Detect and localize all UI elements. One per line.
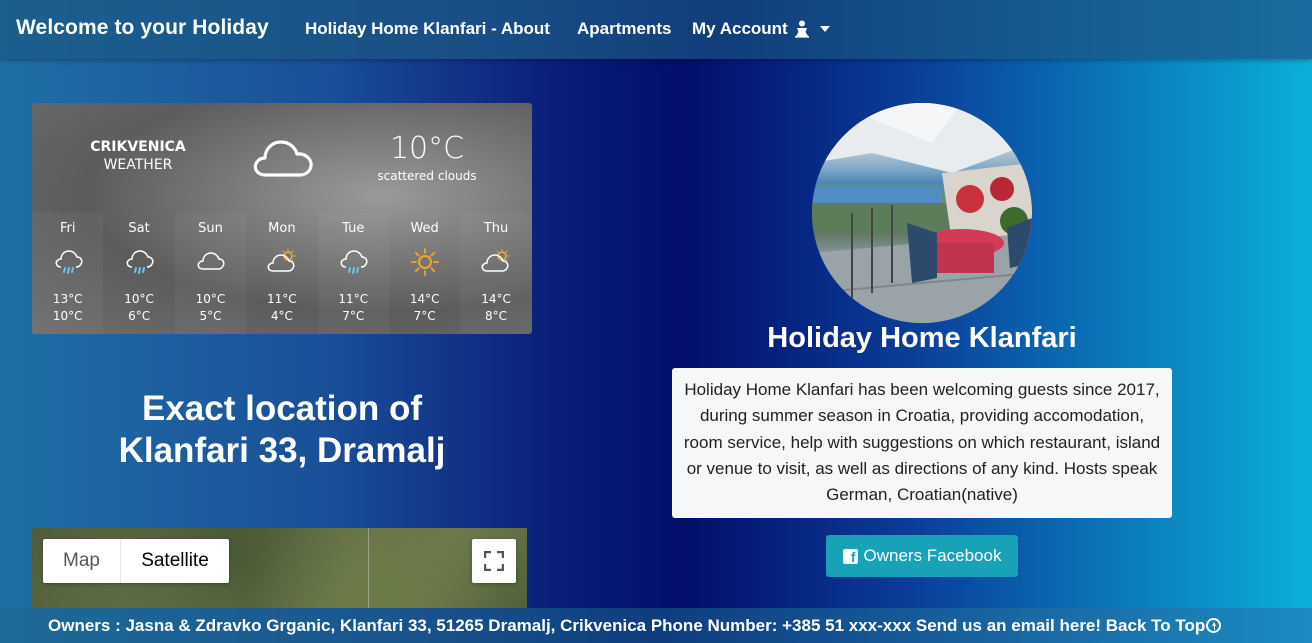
forecast-low: 7°C bbox=[413, 309, 436, 323]
weather-city: CRIKVENICA bbox=[90, 139, 186, 155]
map-type-satellite-button[interactable]: Satellite bbox=[120, 539, 229, 583]
owners-facebook-button[interactable]: f Owners Facebook bbox=[826, 535, 1018, 577]
forecast-day: Sat 10°C 6°C bbox=[103, 213, 174, 334]
forecast-day-name: Sun bbox=[198, 221, 223, 236]
sun-icon bbox=[410, 248, 439, 276]
forecast-high: 14°C bbox=[481, 292, 511, 306]
fullscreen-button[interactable] bbox=[472, 539, 516, 583]
forecast-high: 10°C bbox=[124, 292, 154, 306]
weather-description: scattered clouds bbox=[377, 169, 477, 183]
weather-current-temp: 10°C bbox=[389, 131, 465, 166]
facebook-icon: f bbox=[842, 548, 858, 565]
cloud-icon bbox=[253, 140, 313, 177]
forecast-high: 10°C bbox=[195, 292, 226, 306]
brand-title[interactable]: Welcome to your Holiday bbox=[16, 16, 269, 40]
nav-link-apartments[interactable]: Apartments bbox=[577, 19, 671, 39]
forecast-high: 14°C bbox=[409, 292, 440, 306]
forecast-day-name: Tue bbox=[342, 221, 365, 236]
about-card: Holiday Home Klanfari has been welcoming… bbox=[672, 368, 1172, 518]
forecast-day: Sun 10°C 5°C bbox=[174, 213, 247, 334]
partly-sunny-icon bbox=[481, 249, 510, 272]
forecast-high: 11°C bbox=[267, 292, 297, 306]
forecast-high: 11°C bbox=[338, 292, 369, 306]
chevron-down-icon bbox=[819, 26, 830, 32]
forecast-low: 4°C bbox=[270, 309, 293, 323]
forecast-day-name: Thu bbox=[483, 221, 509, 236]
map-type-map-button[interactable]: Map bbox=[43, 539, 120, 583]
rain-icon bbox=[340, 250, 368, 274]
nav-link-about[interactable]: Holiday Home Klanfari - About bbox=[305, 19, 550, 39]
arrow-up-circle-icon[interactable] bbox=[1206, 618, 1222, 633]
fullscreen-icon bbox=[484, 551, 504, 571]
forecast-day: Fri 13°C 10°C bbox=[32, 213, 104, 334]
weather-widget: CRIKVENICA WEATHER 10°C scattered clouds… bbox=[32, 103, 532, 334]
forecast-day-name: Mon bbox=[268, 221, 296, 236]
forecast-day: Wed 14°C 7°C bbox=[389, 213, 460, 334]
weather-label: WEATHER bbox=[103, 157, 173, 173]
map-type-toggle: Map Satellite bbox=[43, 539, 229, 583]
person-icon bbox=[794, 20, 809, 38]
weather-forecast: Fri 13°C 10°C Sat 10°C 6°C Sun 10°C 5°C bbox=[32, 213, 532, 334]
forecast-day: Thu 14°C 8°C bbox=[460, 213, 532, 334]
holiday-home-photo bbox=[812, 103, 1032, 323]
terrace-image bbox=[812, 103, 1032, 323]
rain-icon bbox=[55, 250, 83, 274]
rain-icon bbox=[126, 250, 154, 274]
cloud-icon bbox=[198, 252, 225, 270]
forecast-day: Tue 11°C 7°C bbox=[317, 213, 389, 334]
nav-dropdown-my-account[interactable]: My Account bbox=[692, 19, 830, 39]
location-heading-line1: Exact location of bbox=[141, 389, 423, 428]
forecast-low: 6°C bbox=[128, 309, 151, 323]
forecast-low: 8°C bbox=[485, 309, 508, 323]
location-heading: Exact location of Klanfari 33, Dramalj bbox=[32, 388, 532, 472]
forecast-low: 7°C bbox=[342, 309, 365, 323]
forecast-day-name: Fri bbox=[59, 221, 76, 236]
forecast-high: 13°C bbox=[52, 292, 83, 306]
owners-facebook-label: Owners Facebook bbox=[863, 546, 1002, 565]
footer: Owners : Jasna & Zdravko Grganic, Klanfa… bbox=[0, 608, 1312, 643]
footer-text[interactable]: Owners : Jasna & Zdravko Grganic, Klanfa… bbox=[48, 616, 1205, 636]
navbar: Welcome to your Holiday Holiday Home Kla… bbox=[0, 0, 1312, 59]
home-title: Holiday Home Klanfari bbox=[767, 322, 1077, 354]
forecast-day: Mon 11°C 4°C bbox=[246, 213, 317, 334]
location-heading-line2: Klanfari 33, Dramalj bbox=[118, 431, 446, 470]
forecast-low: 5°C bbox=[199, 309, 222, 323]
forecast-day-name: Sat bbox=[128, 221, 150, 236]
forecast-day-name: Wed bbox=[410, 221, 439, 236]
nav-link-my-account-label: My Account bbox=[692, 19, 788, 38]
forecast-low: 10°C bbox=[52, 309, 83, 323]
partly-sunny-icon bbox=[267, 249, 296, 272]
about-description: Holiday Home Klanfari has been welcoming… bbox=[683, 380, 1161, 505]
